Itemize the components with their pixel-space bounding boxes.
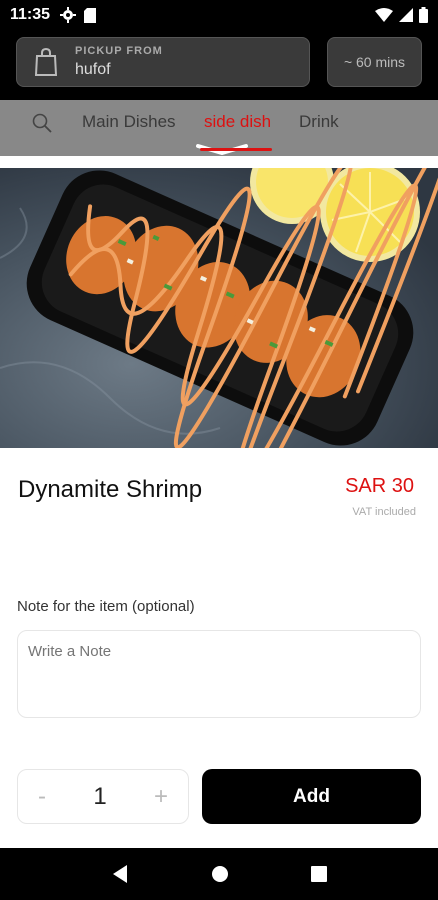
- header: PICKUP FROM hufof ~ 60 mins: [0, 30, 438, 100]
- quantity-stepper: - 1 +: [17, 769, 189, 824]
- note-input[interactable]: [17, 630, 421, 718]
- signal-icon: [399, 8, 413, 22]
- category-tabs: Main Dishes side dish Drink: [0, 100, 438, 156]
- decrement-button[interactable]: -: [38, 783, 46, 811]
- settings-icon: [60, 7, 77, 23]
- tab-side-dish[interactable]: side dish: [204, 112, 271, 132]
- system-nav-bar: [0, 848, 438, 900]
- back-icon[interactable]: [111, 864, 129, 884]
- sd-card-icon: [84, 7, 97, 23]
- status-bar: 11:35: [0, 0, 438, 30]
- quantity-value: 1: [93, 782, 107, 810]
- recents-icon[interactable]: [311, 866, 327, 882]
- search-icon[interactable]: [32, 113, 52, 138]
- product-image: [0, 168, 438, 448]
- wifi-icon: [375, 8, 393, 22]
- active-tab-indicator: [200, 148, 272, 151]
- add-button[interactable]: Add: [202, 769, 421, 824]
- chevron-down-icon[interactable]: [196, 142, 248, 160]
- tab-drink[interactable]: Drink: [299, 112, 339, 132]
- time-estimate[interactable]: ~ 60 mins: [327, 37, 422, 87]
- note-label: Note for the item (optional): [17, 598, 195, 615]
- pickup-label: PICKUP FROM: [75, 45, 163, 57]
- status-time: 11:35: [10, 6, 51, 23]
- product-price: SAR 30: [345, 475, 414, 497]
- home-icon[interactable]: [211, 865, 229, 883]
- product-name: Dynamite Shrimp: [18, 476, 203, 503]
- battery-icon: [419, 7, 428, 23]
- pickup-branch: hufof: [75, 61, 111, 78]
- pickup-location-selector[interactable]: PICKUP FROM hufof: [16, 37, 310, 87]
- tab-main-dishes[interactable]: Main Dishes: [82, 112, 176, 132]
- increment-button[interactable]: +: [154, 783, 168, 811]
- shopping-bag-icon: [17, 38, 75, 86]
- vat-note: VAT included: [352, 506, 416, 518]
